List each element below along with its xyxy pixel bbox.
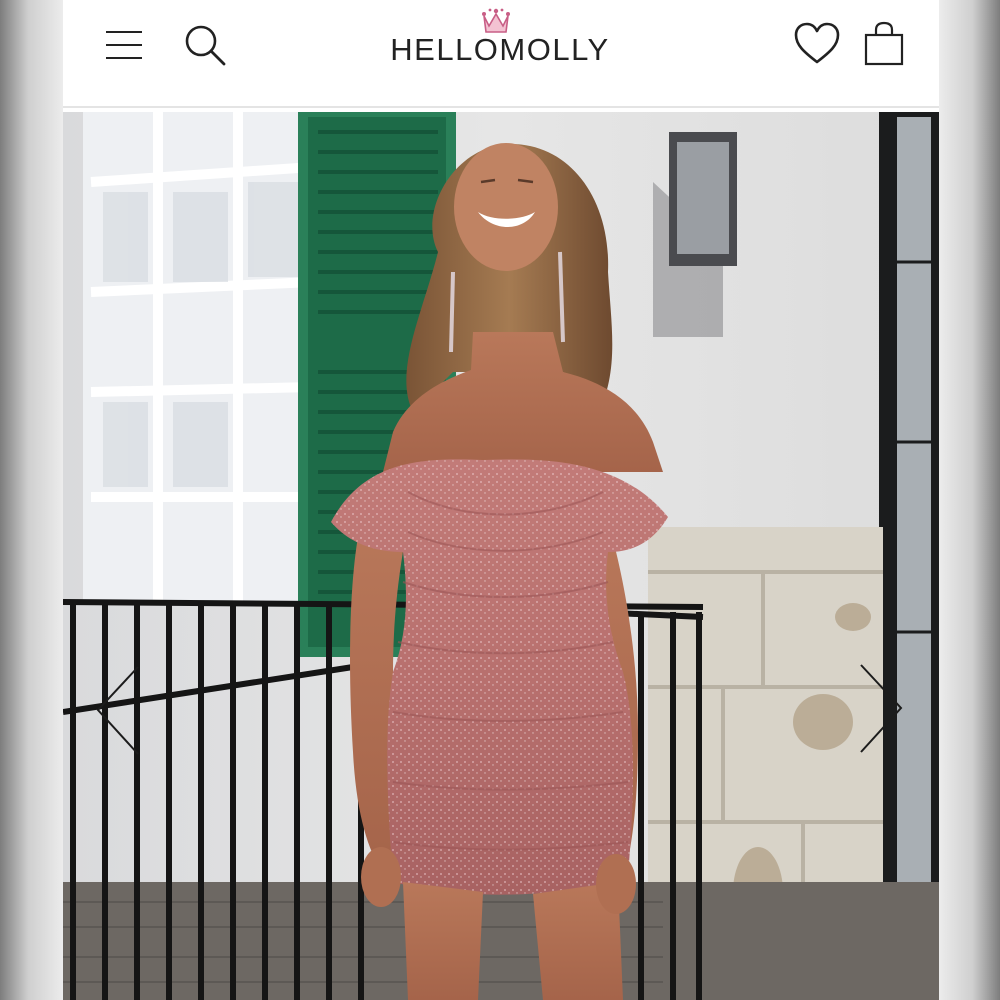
hamburger-menu-icon bbox=[106, 31, 142, 59]
menu-button[interactable] bbox=[104, 26, 144, 64]
brand-name: HELLOMOLLY bbox=[390, 32, 610, 67]
left-frame bbox=[0, 0, 63, 1000]
product-photo bbox=[63, 112, 939, 1000]
search-icon bbox=[185, 25, 226, 66]
next-image-button[interactable] bbox=[856, 660, 906, 760]
heart-icon bbox=[794, 22, 840, 64]
previous-image-button[interactable] bbox=[93, 662, 143, 762]
search-button[interactable] bbox=[182, 22, 228, 68]
site-header: HELLOMOLLY bbox=[63, 0, 939, 108]
product-image[interactable] bbox=[63, 112, 939, 1000]
cart-button[interactable] bbox=[862, 20, 906, 68]
right-frame bbox=[939, 0, 1000, 1000]
brand-logo[interactable]: HELLOMOLLY bbox=[375, 0, 625, 106]
wishlist-button[interactable] bbox=[792, 20, 842, 68]
chevron-left-icon bbox=[96, 666, 139, 755]
shopping-bag-icon bbox=[864, 21, 904, 66]
chevron-right-icon bbox=[860, 664, 903, 753]
app-viewport: HELLOMOLLY bbox=[63, 0, 939, 1000]
